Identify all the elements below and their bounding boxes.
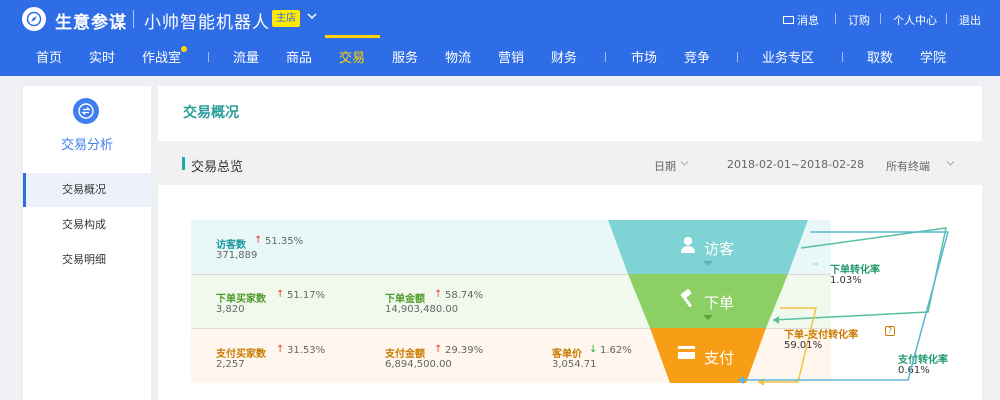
exchange-icon [73,98,99,124]
message-link[interactable]: 消息 [783,12,819,28]
main-nav: 首页 实时 作战室 流量 商品 交易 服务 物流 营销 财务 市场 竞争 业务专… [0,38,1000,76]
pay-rate-bracket [738,231,949,384]
sidebar-item-trade-composition[interactable]: 交易构成 [23,208,151,242]
compass-logo-icon [22,7,46,31]
message-label: 消息 [797,14,819,27]
shop-badge: 主店 [272,10,300,27]
nav-divider [208,52,209,62]
sidebar-item-trade-details[interactable]: 交易明细 [23,243,151,277]
chevron-down-icon[interactable] [305,9,319,23]
personal-center-link[interactable]: 个人中心 [893,12,937,28]
mail-icon [783,16,794,24]
shop-name[interactable]: 小帅智能机器人 [144,8,270,33]
nav-realtime[interactable]: 实时 [89,47,115,66]
nav-divider [842,52,843,62]
sidebar-title: 交易分析 [60,138,113,153]
nav-trade[interactable]: 交易 [339,47,365,66]
nav-competition[interactable]: 竞争 [684,47,710,66]
nav-service[interactable]: 服务 [392,47,418,66]
sidebar-item-trade-overview[interactable]: 交易概况 [23,173,151,207]
nav-logistics[interactable]: 物流 [445,47,471,66]
logout-link[interactable]: 退出 [959,12,981,28]
nav-war-room[interactable]: 作战室 [142,47,181,66]
nav-business-zone[interactable]: 业务专区 [762,47,814,66]
subscribe-link[interactable]: 订购 [848,12,870,28]
nav-marketing[interactable]: 营销 [498,47,524,66]
brand-divider [133,10,134,28]
util-divider [835,13,836,24]
nav-notification-dot [181,46,187,52]
nav-products[interactable]: 商品 [286,47,312,66]
nav-traffic[interactable]: 流量 [233,47,259,66]
main-panel: 交易概况 交易总览 日期 2018-02-01~2018-02-28 所有终端 … [158,86,982,400]
nav-divider [605,52,606,62]
nav-market[interactable]: 市场 [631,47,657,66]
nav-academy[interactable]: 学院 [920,47,946,66]
app-brand[interactable]: 生意参谋 [55,8,127,33]
util-divider [946,13,947,24]
util-divider [880,13,881,24]
nav-home[interactable]: 首页 [36,47,62,66]
nav-data-fetch[interactable]: 取数 [867,47,893,66]
top-bar: 生意参谋 小帅智能机器人 主店 消息 订购 个人中心 退出 首页 实时 作战室 … [0,0,1000,76]
sidebar: 交易分析 交易概况 交易构成 交易明细 [23,86,151,400]
nav-divider [737,52,738,62]
nav-finance[interactable]: 财务 [551,47,577,66]
nav-active-indicator [325,35,380,38]
